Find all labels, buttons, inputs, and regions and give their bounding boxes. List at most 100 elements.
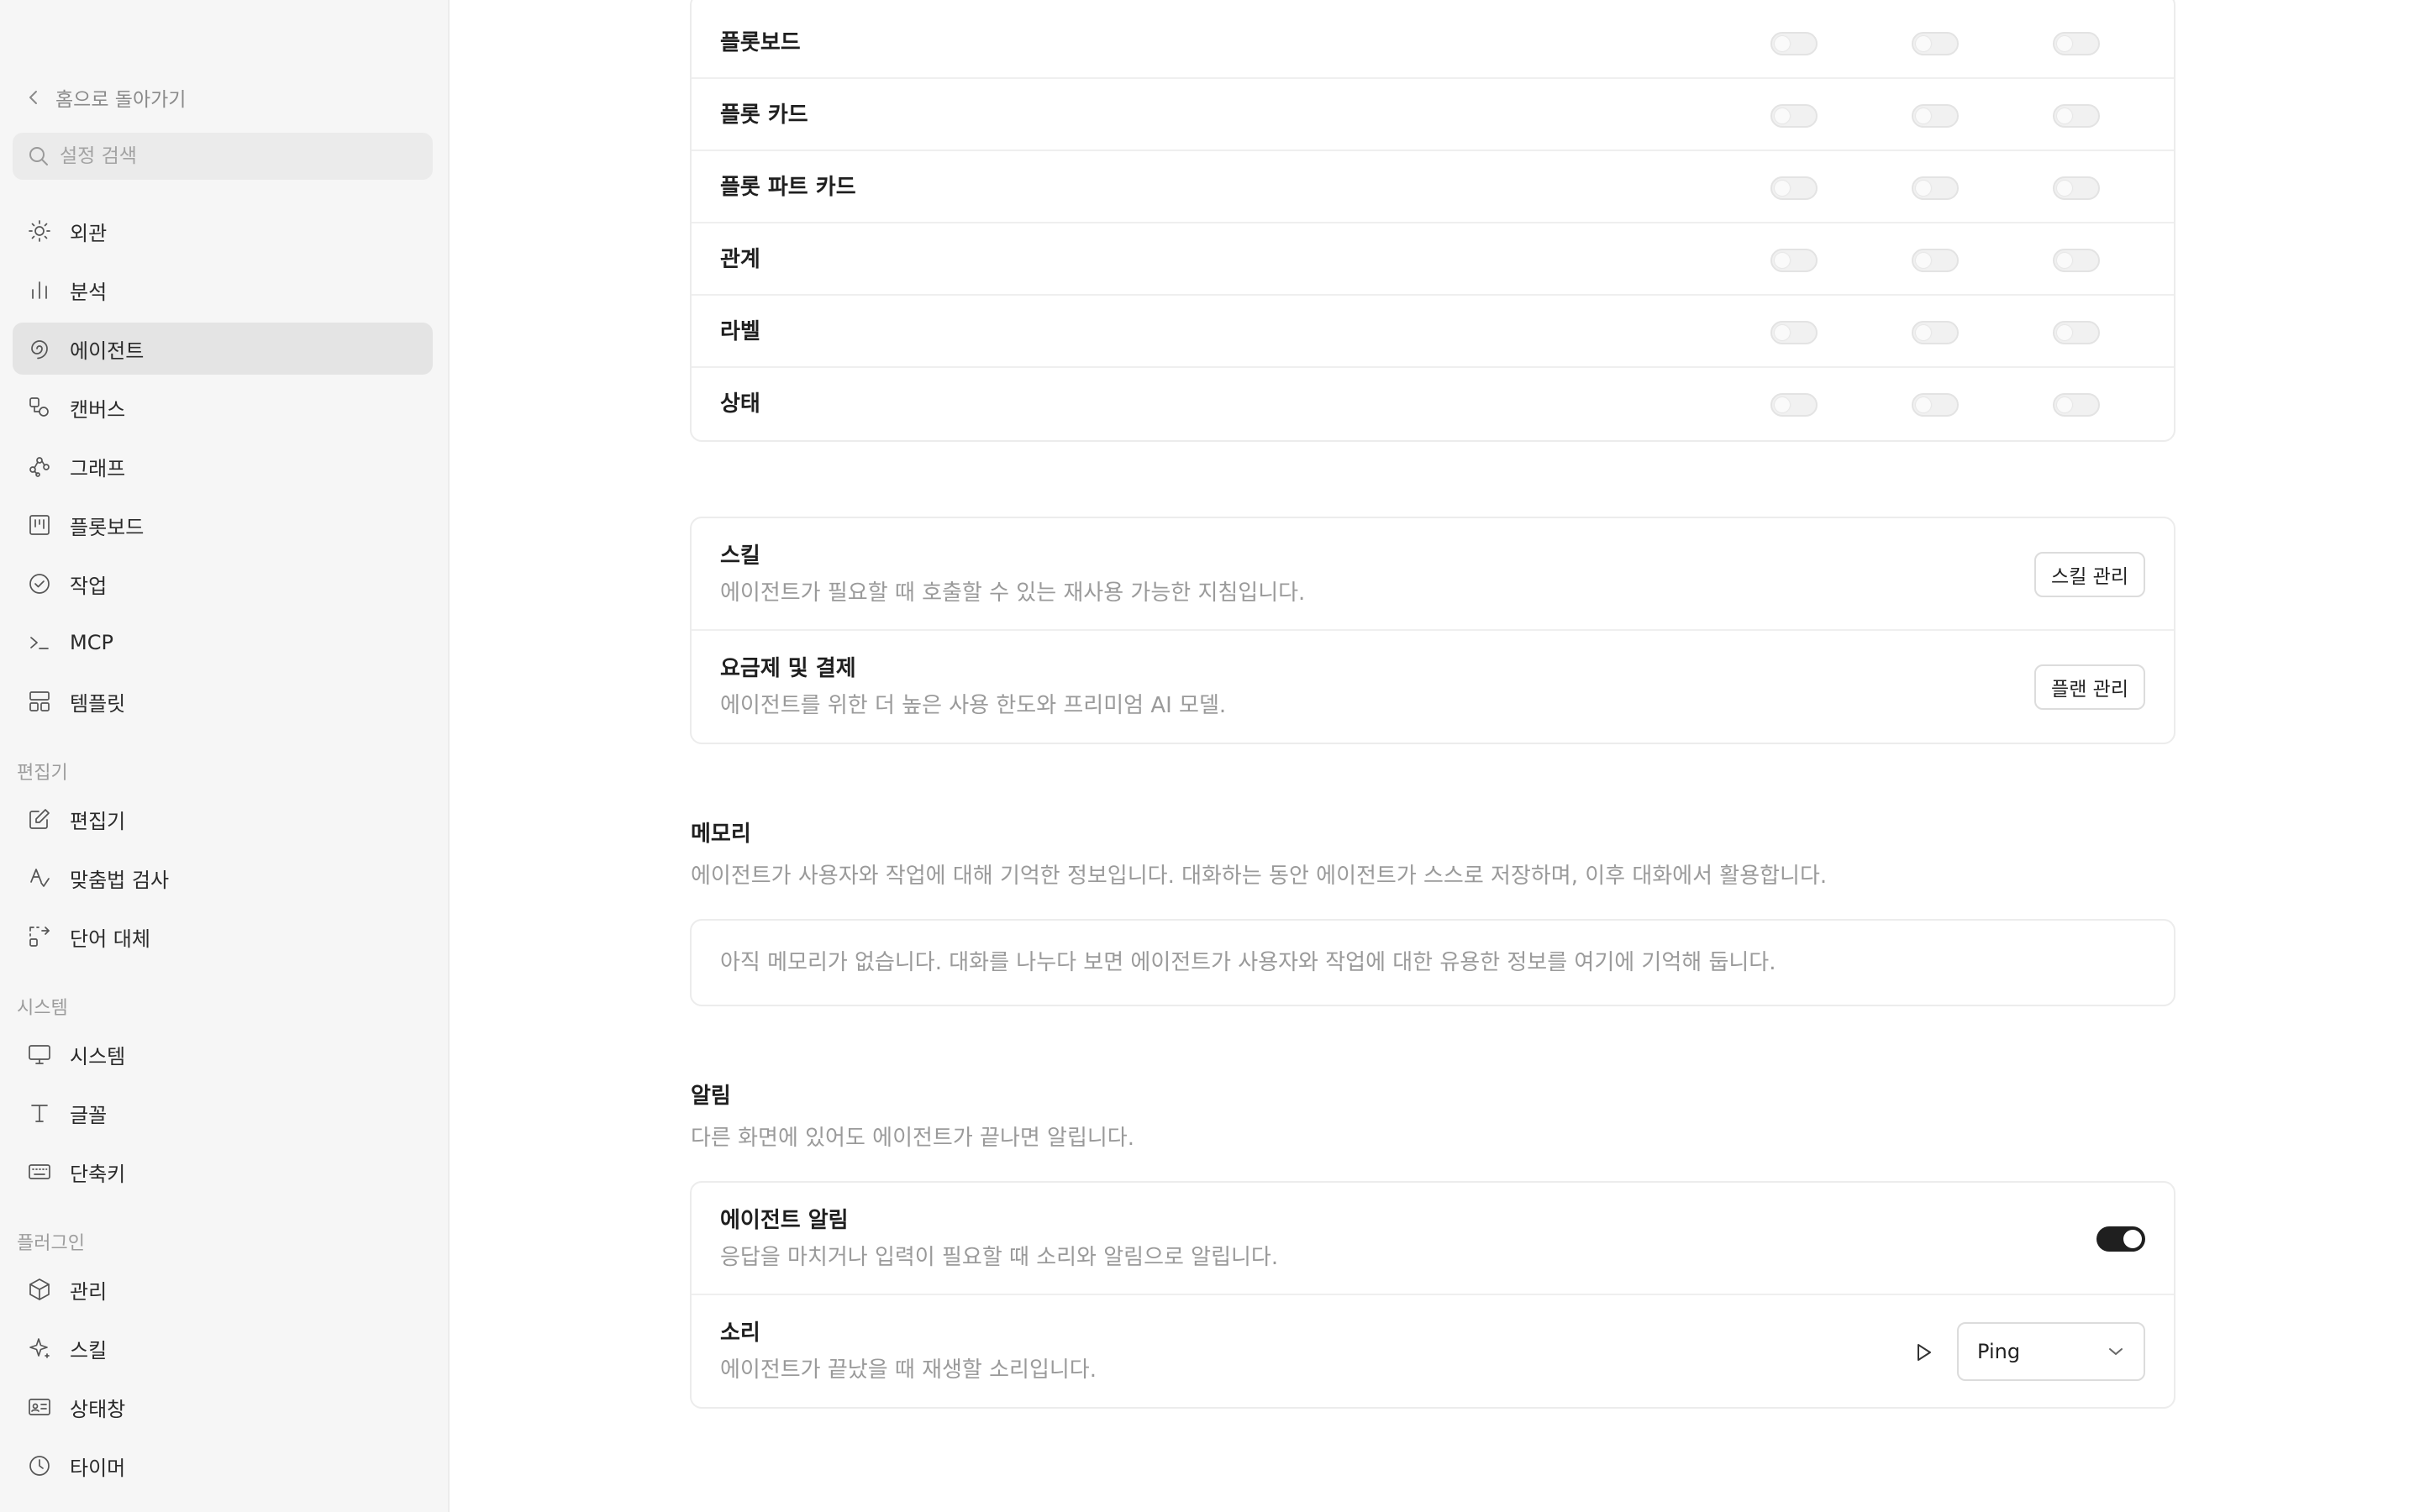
edit-icon	[26, 806, 53, 832]
sidebar: 홈으로 돌아가기 외관 분석 에이전트 캔버스 그래프 플롯보드 작업 MCP …	[0, 0, 450, 1512]
play-sound-button[interactable]	[1908, 1337, 1939, 1368]
sound-title: 소리	[720, 1320, 760, 1346]
sidebar-item-shortcuts[interactable]: 단축키	[13, 1146, 433, 1198]
sidebar-item-label: 맞춤법 검사	[70, 868, 170, 892]
memory-description: 에이전트가 사용자와 작업에 대해 기억한 정보입니다. 대화하는 동안 에이전…	[691, 864, 1828, 889]
memory-empty-text: 아직 메모리가 없습니다. 대화를 나누다 보면 에이전트가 사용자와 작업에 …	[720, 950, 1776, 975]
permissions-card: 플롯보드 플롯 카드 플롯 파트 카드 관계 라벨 상태	[690, 0, 2175, 442]
manage-skills-button[interactable]: 스킬 관리	[2034, 552, 2145, 597]
permission-row: 플롯 파트 카드	[692, 151, 2174, 223]
plan-description: 에이전트를 위한 더 높은 사용 한도와 프리미엄 AI 모델.	[720, 693, 1227, 718]
package-icon	[26, 1276, 53, 1303]
back-to-home-link[interactable]: 홈으로 돌아가기	[27, 82, 186, 113]
permission-toggle[interactable]	[2053, 393, 2100, 417]
permission-row: 플롯보드	[692, 7, 2174, 79]
sidebar-item-spellcheck[interactable]: 맞춤법 검사	[13, 852, 433, 904]
sound-select[interactable]: Ping	[1957, 1322, 2145, 1381]
permission-toggle[interactable]	[1770, 321, 1818, 344]
bar-chart-icon	[26, 276, 53, 303]
check-circle-icon	[26, 570, 53, 597]
manage-plan-button[interactable]: 플랜 관리	[2034, 664, 2145, 710]
permission-toggle[interactable]	[1770, 176, 1818, 200]
sidebar-item-appearance[interactable]: 외관	[13, 205, 433, 257]
sidebar-item-agent[interactable]: 에이전트	[13, 323, 433, 375]
permission-row: 플롯 카드	[692, 79, 2174, 151]
permission-label: 플롯 카드	[720, 102, 808, 128]
sidebar-item-analytics[interactable]: 분석	[13, 264, 433, 316]
permission-toggle[interactable]	[1770, 249, 1818, 272]
sidebar-item-label: 상태창	[70, 1397, 126, 1421]
section-label-system: 시스템	[17, 998, 68, 1019]
permission-toggle[interactable]	[2053, 321, 2100, 344]
plan-title: 요금제 및 결제	[720, 656, 856, 681]
memory-title: 메모리	[691, 822, 751, 847]
sidebar-item-statusbar[interactable]: 상태창	[13, 1381, 433, 1433]
sidebar-item-plugin-skills[interactable]: 스킬	[13, 1322, 433, 1374]
permission-label: 라벨	[720, 319, 760, 344]
sidebar-item-label: 시스템	[70, 1044, 126, 1068]
permission-toggle[interactable]	[1770, 393, 1818, 417]
permission-label: 관계	[720, 247, 760, 272]
sidebar-item-label: 외관	[70, 221, 108, 245]
plan-row: 요금제 및 결제 에이전트를 위한 더 높은 사용 한도와 프리미엄 AI 모델…	[692, 631, 2174, 743]
memory-card: 아직 메모리가 없습니다. 대화를 나누다 보면 에이전트가 사용자와 작업에 …	[690, 919, 2175, 1006]
shapes-icon	[26, 394, 53, 421]
permission-toggle[interactable]	[1912, 249, 1959, 272]
notifications-description: 다른 화면에 있어도 에이전트가 끝나면 알립니다.	[691, 1126, 1134, 1151]
sidebar-item-timer[interactable]: 타이머	[13, 1440, 433, 1492]
sidebar-item-fonts[interactable]: 글꼴	[13, 1087, 433, 1139]
sidebar-item-label: 템플릿	[70, 691, 126, 716]
sidebar-item-editor[interactable]: 편집기	[13, 793, 433, 845]
id-card-icon	[26, 1394, 53, 1420]
sidebar-item-label: 캔버스	[70, 397, 126, 422]
sidebar-item-graph[interactable]: 그래프	[13, 440, 433, 492]
permission-toggle[interactable]	[2053, 249, 2100, 272]
graph-icon	[26, 453, 53, 480]
permission-row: 라벨	[692, 296, 2174, 368]
sidebar-item-label: 그래프	[70, 456, 126, 480]
skills-row: 스킬 에이전트가 필요할 때 호출할 수 있는 재사용 가능한 지침입니다. 스…	[692, 518, 2174, 631]
sidebar-item-system[interactable]: 시스템	[13, 1028, 433, 1080]
permission-toggle[interactable]	[1770, 104, 1818, 128]
sidebar-item-word-replace[interactable]: 단어 대체	[13, 911, 433, 963]
permission-label: 상태	[720, 391, 760, 417]
permission-toggle[interactable]	[1912, 393, 1959, 417]
settings-search	[13, 133, 433, 180]
permission-toggle[interactable]	[2053, 104, 2100, 128]
settings-content: 플롯보드 플롯 카드 플롯 파트 카드 관계 라벨 상태 스킬 에이전트가 필요…	[450, 0, 2420, 1512]
terminal-icon	[26, 629, 53, 656]
permission-toggle[interactable]	[1912, 104, 1959, 128]
sidebar-item-label: 글꼴	[70, 1103, 108, 1127]
sidebar-item-plotboard[interactable]: 플롯보드	[13, 499, 433, 551]
sidebar-item-tasks[interactable]: 작업	[13, 558, 433, 610]
skills-title: 스킬	[720, 543, 760, 569]
permission-label: 플롯보드	[720, 30, 801, 55]
play-icon	[1918, 1344, 1931, 1361]
sound-description: 에이전트가 끝났을 때 재생할 소리입니다.	[720, 1357, 1097, 1383]
settings-search-input[interactable]	[58, 144, 423, 168]
sidebar-item-canvas[interactable]: 캔버스	[13, 381, 433, 433]
sidebar-item-mcp[interactable]: MCP	[13, 617, 433, 669]
spellcheck-icon	[26, 864, 53, 891]
agent-notification-row: 에이전트 알림 응답을 마치거나 입력이 필요할 때 소리와 알림으로 알립니다…	[692, 1183, 2174, 1295]
permission-toggle[interactable]	[2053, 32, 2100, 55]
sidebar-item-label: 타이머	[70, 1456, 126, 1480]
permission-toggle[interactable]	[1912, 176, 1959, 200]
sidebar-item-templates[interactable]: 템플릿	[13, 675, 433, 727]
keyboard-icon	[26, 1158, 53, 1185]
agent-notification-toggle[interactable]	[2096, 1226, 2145, 1252]
notifications-title: 알림	[691, 1084, 731, 1109]
chevron-down-icon	[2109, 1348, 2123, 1355]
permission-toggle[interactable]	[1770, 32, 1818, 55]
sidebar-item-plugin-manage[interactable]: 관리	[13, 1263, 433, 1315]
kanban-icon	[26, 512, 53, 538]
spiral-icon	[26, 335, 53, 362]
section-label-plugins: 플러그인	[17, 1233, 85, 1254]
sidebar-item-label: 분석	[70, 280, 108, 304]
permission-toggle[interactable]	[2053, 176, 2100, 200]
sidebar-item-label: MCP	[70, 631, 113, 654]
sound-select-value: Ping	[1977, 1340, 2021, 1363]
permission-toggle[interactable]	[1912, 321, 1959, 344]
monitor-icon	[26, 1041, 53, 1068]
permission-toggle[interactable]	[1912, 32, 1959, 55]
